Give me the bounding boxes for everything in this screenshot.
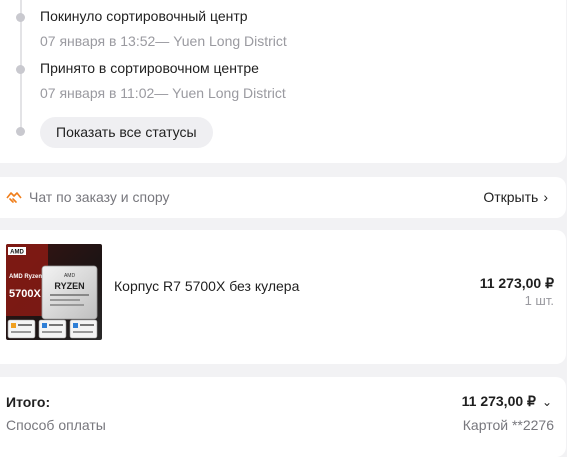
open-chat-link[interactable]: Открыть › <box>483 189 548 205</box>
product-price: 11 273,00 ₽ <box>479 275 554 291</box>
order-total-card: Итого: 11 273,00 ₽ ⌄ Способ оплаты Картой… <box>0 377 566 457</box>
timeline-dot <box>16 127 25 136</box>
timeline-dot <box>16 13 25 22</box>
product-image[interactable]: AMD AMD Ryzen 7 5700X AMD RYZEN <box>6 244 102 340</box>
chip-sub-text: AMD <box>64 273 76 279</box>
chevron-right-icon: › <box>543 189 548 205</box>
timeline-event-subtitle: 07 января в 11:02— Yuen Long District <box>40 85 286 101</box>
open-chat-label: Открыть <box>483 189 539 205</box>
tracking-timeline-card: Покинуло сортировочный центр 07 января в… <box>0 0 566 163</box>
chat-label: Чат по заказу и спору <box>29 189 170 205</box>
payment-method-label: Способ оплаты <box>6 417 106 433</box>
total-label: Итого: <box>6 394 51 410</box>
timeline-event-title: Принято в сортировочном центре <box>40 60 259 76</box>
total-value-toggle[interactable]: 11 273,00 ₽ ⌄ <box>462 393 552 410</box>
box-badge-text: AMD <box>10 250 24 256</box>
product-name[interactable]: Корпус R7 5700X без кулера <box>114 278 299 294</box>
chat-handshake-icon <box>6 192 22 203</box>
product-card: AMD AMD Ryzen 7 5700X AMD RYZEN Корпус R… <box>0 230 566 364</box>
chevron-down-icon: ⌄ <box>541 395 552 409</box>
chip-text: RYZEN <box>54 281 84 291</box>
timeline-dot <box>16 65 25 74</box>
order-chat-row[interactable]: Чат по заказу и спору Открыть › <box>0 177 566 218</box>
timeline-event-subtitle: 07 января в 13:52— Yuen Long District <box>40 33 287 49</box>
product-quantity: 1 шт. <box>524 293 554 308</box>
show-all-statuses-button[interactable]: Показать все статусы <box>40 117 213 148</box>
box-model-text: 5700X <box>9 288 41 300</box>
timeline-event-title: Покинуло сортировочный центр <box>40 8 248 24</box>
payment-method-value: Картой **2276 <box>462 417 554 433</box>
total-value: 11 273,00 ₽ <box>461 393 536 409</box>
